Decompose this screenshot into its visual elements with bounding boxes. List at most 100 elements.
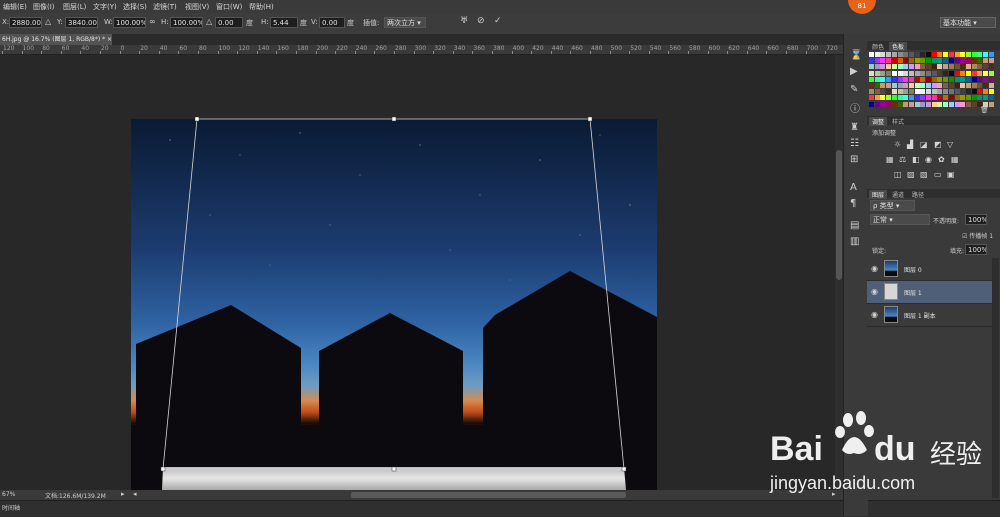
swatch[interactable] (937, 83, 943, 88)
swatch[interactable] (931, 64, 937, 70)
swatch[interactable] (965, 64, 971, 70)
swatch[interactable] (908, 70, 914, 76)
workspace-select[interactable]: 基本功能 ▾ (940, 17, 996, 28)
timeline-label[interactable]: 时间轴 (2, 503, 20, 512)
swatch[interactable] (977, 64, 983, 70)
gradient-map-icon[interactable]: ▭ (934, 170, 942, 179)
swatch[interactable] (920, 83, 926, 88)
swatch[interactable] (908, 76, 914, 82)
swatch[interactable] (920, 64, 926, 70)
layer-comps-icon[interactable]: ▥ (850, 236, 859, 247)
layer-row[interactable]: ◉ 图层 1 (867, 281, 992, 304)
tab-swatches[interactable]: 色板 (889, 42, 908, 51)
swatch[interactable] (943, 76, 949, 82)
swatch[interactable] (869, 95, 874, 101)
swatch[interactable] (937, 64, 943, 70)
swatch[interactable] (891, 76, 897, 82)
layer-kind-filter[interactable]: ρ 类型 ▾ (870, 200, 915, 211)
swatch[interactable] (880, 76, 886, 82)
swatch[interactable] (914, 52, 920, 57)
swatch[interactable] (977, 58, 983, 64)
swatch-trash-icon[interactable]: 🗑 (980, 106, 989, 114)
swatch[interactable] (977, 95, 983, 101)
swatch[interactable] (937, 95, 943, 101)
angle-field[interactable]: 0.00 (215, 17, 243, 28)
swatch[interactable] (869, 58, 874, 64)
swatch[interactable] (869, 89, 874, 95)
swatch[interactable] (960, 95, 966, 101)
swatch[interactable] (874, 89, 880, 95)
swatch[interactable] (988, 95, 994, 101)
vibrance-icon[interactable]: ▽ (947, 140, 953, 149)
swatch[interactable] (880, 83, 886, 88)
tab-paths[interactable]: 路径 (909, 190, 927, 199)
swatch[interactable] (874, 64, 880, 70)
swatch[interactable] (874, 58, 880, 64)
swatch[interactable] (960, 52, 966, 57)
swatch[interactable] (880, 95, 886, 101)
brightness-icon[interactable]: ☼ (894, 140, 901, 149)
swatch[interactable] (948, 95, 954, 101)
swatch[interactable] (937, 58, 943, 64)
swatch[interactable] (908, 52, 914, 57)
swatch[interactable] (977, 89, 983, 95)
character-icon[interactable]: A (850, 182, 857, 193)
levels-icon[interactable]: ▟ (907, 140, 913, 149)
swatch[interactable] (908, 58, 914, 64)
vertical-scroll-thumb[interactable] (836, 150, 842, 280)
x-field[interactable]: 2880.00 像 (9, 17, 42, 28)
swatch[interactable] (988, 101, 994, 107)
swatch[interactable] (903, 101, 909, 107)
swatch[interactable] (897, 58, 903, 64)
swatch[interactable] (920, 70, 926, 76)
swatch[interactable] (880, 89, 886, 95)
color-lookup-icon[interactable]: ▦ (951, 155, 959, 164)
swatch[interactable] (869, 70, 874, 76)
info-icon[interactable]: ⓘ (850, 100, 860, 115)
swatch[interactable] (891, 52, 897, 57)
swatch[interactable] (960, 70, 966, 76)
swatch[interactable] (903, 58, 909, 64)
swatch[interactable] (965, 83, 971, 88)
swatch[interactable] (983, 52, 988, 57)
scroll-left-arrow-icon[interactable]: ◂ (133, 490, 137, 498)
swatch[interactable] (988, 64, 994, 70)
swatch[interactable] (960, 64, 966, 70)
swatch[interactable] (948, 64, 954, 70)
swatch[interactable] (943, 95, 949, 101)
swatch[interactable] (880, 58, 886, 64)
swatch[interactable] (943, 70, 949, 76)
propagate-frame-checkbox[interactable]: ☑ 传播帧 1 (962, 231, 993, 240)
swatch[interactable] (926, 52, 931, 57)
swatch[interactable] (914, 95, 920, 101)
swatch[interactable] (908, 83, 914, 88)
swatch[interactable] (948, 89, 954, 95)
swatch[interactable] (914, 83, 920, 88)
swatches-grid[interactable] (869, 52, 997, 114)
swatch[interactable] (891, 95, 897, 101)
swatch[interactable] (983, 83, 988, 88)
swatch[interactable] (886, 58, 892, 64)
menu-item[interactable]: 图像(I) (33, 2, 55, 12)
swatch[interactable] (908, 89, 914, 95)
swatch[interactable] (874, 70, 880, 76)
swatch[interactable] (954, 95, 960, 101)
link-icon[interactable]: ∞ (149, 17, 156, 26)
hskew-field[interactable]: 5.44 (270, 17, 298, 28)
swatch[interactable] (971, 89, 977, 95)
swatch[interactable] (983, 64, 988, 70)
swatch[interactable] (869, 101, 874, 107)
swatch[interactable] (977, 76, 983, 82)
swatch[interactable] (988, 83, 994, 88)
swatch[interactable] (931, 95, 937, 101)
swatch[interactable] (960, 83, 966, 88)
swatch[interactable] (954, 83, 960, 88)
swatch[interactable] (897, 52, 903, 57)
color-balance-icon[interactable]: ⚖ (899, 155, 906, 164)
swatch[interactable] (971, 76, 977, 82)
tab-layers[interactable]: 图层 (869, 190, 888, 199)
swatch[interactable] (886, 83, 892, 88)
swatch[interactable] (869, 64, 874, 70)
curves-icon[interactable]: ◪ (920, 140, 928, 149)
swatch[interactable] (886, 64, 892, 70)
